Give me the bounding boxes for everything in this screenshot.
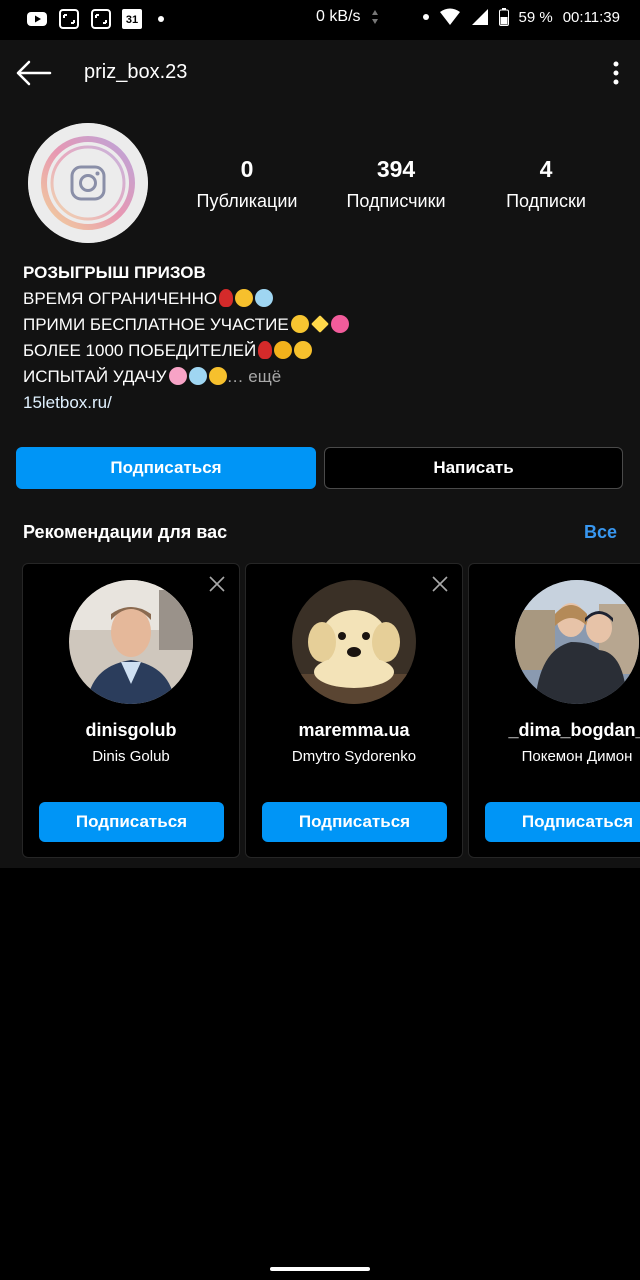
profile-bio: РОЗЫГРЫШ ПРИЗОВ ВРЕМЯ ОГРАНИЧЕННО ПРИМИ …: [23, 260, 349, 416]
network-speed: 0 kB/s: [316, 8, 361, 25]
bio-line-1: ВРЕМЯ ОГРАНИЧЕННО: [23, 286, 349, 312]
stat-followers-value: 394: [376, 156, 416, 182]
ice-cream-emoji-icon: [255, 289, 274, 307]
user-avatar[interactable]: [292, 580, 416, 704]
sparkles-emoji-icon: [310, 315, 329, 333]
top-bar: priz_box.23: [0, 40, 640, 120]
profile-avatar[interactable]: [28, 123, 148, 243]
notification-dot-icon: [158, 16, 164, 22]
recommendation-username[interactable]: dinisgolub: [23, 720, 239, 741]
recommendation-follow-button[interactable]: Подписаться: [39, 802, 224, 842]
message-button[interactable]: Написать: [324, 447, 623, 489]
no-mouth-emoji-icon: [294, 341, 313, 359]
stat-followers[interactable]: 394 Подписчики: [331, 156, 461, 212]
recommendation-card[interactable]: dinisgolub Dinis Golub Подписаться: [22, 563, 240, 858]
close-icon[interactable]: [209, 576, 225, 592]
rose-emoji-icon-2: [258, 341, 273, 359]
recommendations-see-all-link[interactable]: Все: [584, 522, 617, 543]
wifi-icon: [439, 8, 460, 25]
screenshot-icon: [59, 9, 79, 29]
back-arrow-icon[interactable]: [14, 58, 54, 88]
clock: 00:11:39: [562, 8, 620, 26]
ice-cream-emoji-icon-2: [188, 367, 207, 385]
profile-section: 0 Публикации 394 Подписчики 4 Подписки Р…: [0, 120, 640, 868]
screenshot-icon-2: [91, 9, 111, 29]
bio-line-4: ИСПЫТАЙ УДАЧУ… ещё: [23, 367, 282, 386]
two-hearts-emoji-icon: [330, 315, 349, 333]
calendar-icon: 31: [122, 9, 142, 29]
bio-more-link[interactable]: … ещё: [227, 367, 282, 386]
recommendation-username[interactable]: maremma.ua: [246, 720, 462, 741]
sun-cloud-emoji-icon: [290, 315, 309, 333]
data-arrows-icon: [371, 10, 378, 24]
stat-following-value: 4: [539, 156, 553, 182]
user-avatar[interactable]: [69, 580, 193, 704]
battery-icon: [498, 8, 509, 26]
signal-icon: [471, 9, 488, 25]
stat-following-label: Подписки: [506, 191, 586, 211]
recommendation-username[interactable]: _dima_bogdan_: [469, 720, 640, 741]
user-avatar[interactable]: [515, 580, 639, 704]
rose-emoji-icon: [219, 289, 234, 307]
blossom-emoji-icon: [168, 367, 187, 385]
recommendation-full-name: Dinis Golub: [92, 748, 170, 765]
smile-emoji-icon: [235, 289, 254, 307]
notification-dot-icon-2: [422, 14, 429, 20]
profile-username: priz_box.23: [84, 61, 188, 83]
instagram-logo-icon: [28, 123, 148, 243]
stat-posts[interactable]: 0 Публикации: [182, 156, 312, 212]
recommendations-carousel[interactable]: dinisgolub Dinis Golub Подписаться marem…: [22, 563, 640, 858]
more-vertical-icon[interactable]: [608, 58, 624, 88]
follow-button[interactable]: Подписаться: [16, 447, 316, 489]
bio-website-link[interactable]: 15letbox.ru/: [23, 390, 349, 416]
recommendations-title: Рекомендации для вас: [23, 522, 228, 542]
status-bar: 31 0 kB/s 59 % 00:11:39: [0, 0, 640, 40]
bio-line-2: ПРИМИ БЕСПЛАТНОЕ УЧАСТИЕ: [23, 312, 349, 338]
stat-following[interactable]: 4 Подписки: [481, 156, 611, 212]
close-icon[interactable]: [432, 576, 448, 592]
slight-smile-emoji-icon: [208, 367, 227, 385]
stat-posts-value: 0: [240, 156, 254, 182]
battery-percent: 59 %: [518, 8, 553, 26]
recommendation-card[interactable]: _dima_bogdan_ Покемон Димон Подписаться: [468, 563, 640, 858]
stat-followers-label: Подписчики: [346, 191, 446, 211]
sunflower-emoji-icon: [274, 341, 293, 359]
stat-posts-label: Публикации: [196, 191, 298, 211]
recommendation-full-name: Dmytro Sydorenko: [291, 748, 417, 765]
youtube-icon: [27, 12, 47, 26]
bio-line-3: БОЛЕЕ 1000 ПОБЕДИТЕЛЕЙ: [23, 338, 349, 364]
bio-name: РОЗЫГРЫШ ПРИЗОВ: [23, 263, 206, 282]
recommendation-follow-button[interactable]: Подписаться: [262, 802, 447, 842]
home-indicator[interactable]: [270, 1267, 370, 1271]
recommendation-full-name: Покемон Димон: [521, 748, 633, 765]
recommendation-card[interactable]: maremma.ua Dmytro Sydorenko Подписаться: [245, 563, 463, 858]
recommendation-follow-button[interactable]: Подписаться: [485, 802, 640, 842]
